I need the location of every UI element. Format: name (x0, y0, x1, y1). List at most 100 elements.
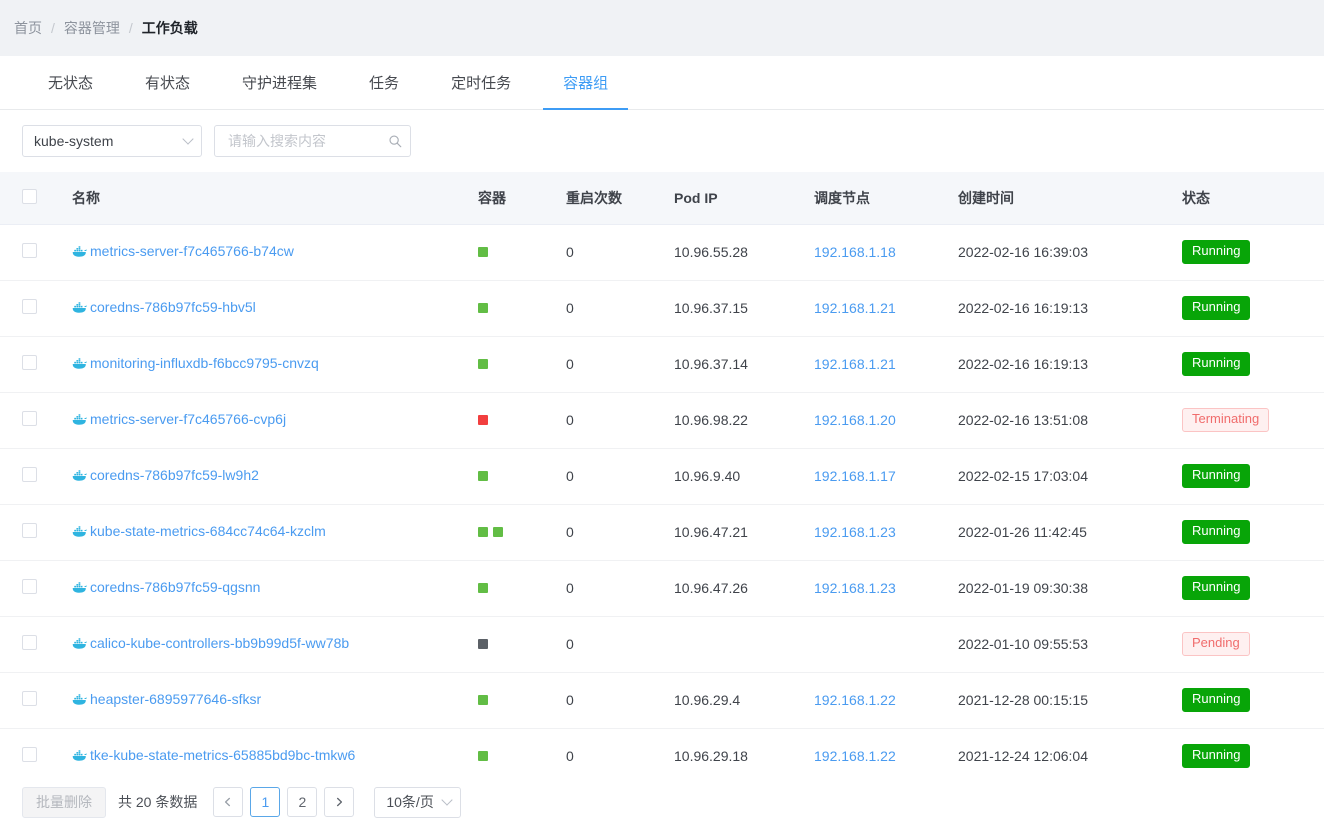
node-link[interactable]: 192.168.1.22 (814, 692, 896, 708)
row-checkbox[interactable] (22, 243, 37, 258)
table-row[interactable]: kube-state-metrics-684cc74c64-kzclm 0 10.9… (0, 504, 1324, 561)
cell-containers (478, 280, 566, 337)
row-checkbox[interactable] (22, 467, 37, 482)
table-footer: 批量删除 共 20 条数据 1 2 10条/页 (0, 776, 1324, 828)
cell-name: metrics-server-f7c465766-cvp6j (58, 392, 478, 449)
breadcrumb-item-home[interactable]: 首页 (14, 18, 42, 38)
pod-name-link[interactable]: metrics-server-f7c465766-b74cw (72, 243, 294, 259)
node-link[interactable]: 192.168.1.21 (814, 300, 896, 316)
node-link[interactable]: 192.168.1.21 (814, 356, 896, 372)
pod-name-link[interactable]: coredns-786b97fc59-hbv5l (72, 299, 256, 315)
restart-count: 0 (566, 468, 574, 484)
namespace-select[interactable]: kube-system (22, 125, 202, 157)
batch-delete-button[interactable]: 批量删除 (22, 786, 106, 818)
cell-containers (478, 728, 566, 776)
pod-name-link[interactable]: coredns-786b97fc59-qgsnn (72, 579, 260, 595)
table-row[interactable]: coredns-786b97fc59-qgsnn 0 10.96.47.26 192.… (0, 560, 1324, 617)
cell-containers (478, 504, 566, 561)
cell-node: 192.168.1.17 (814, 448, 958, 505)
tab-pod[interactable]: 容器组 (537, 56, 634, 110)
tab-statefulset[interactable]: 有状态 (119, 56, 216, 109)
cell-containers (478, 336, 566, 393)
row-checkbox[interactable] (22, 411, 37, 426)
cell-name: monitoring-influxdb-f6bcc9795-cnvzq (58, 336, 478, 393)
pod-ip-text: 10.96.29.18 (674, 748, 748, 764)
pod-name-text: coredns-786b97fc59-hbv5l (90, 299, 256, 316)
node-link[interactable]: 192.168.1.23 (814, 580, 896, 596)
cell-status: Running (1182, 672, 1324, 729)
created-time-text: 2021-12-24 12:06:04 (958, 748, 1088, 764)
table-row[interactable]: coredns-786b97fc59-hbv5l 0 10.96.37.15 192.… (0, 280, 1324, 337)
table-row[interactable]: coredns-786b97fc59-lw9h2 0 10.96.9.40 192.1… (0, 448, 1324, 505)
table-row[interactable]: tke-kube-state-metrics-65885bd9bc-tmkw6 0… (0, 728, 1324, 776)
filter-bar: kube-system (0, 110, 1324, 172)
pagination-prev-button[interactable] (213, 787, 244, 817)
pod-name-link[interactable]: heapster-6895977646-sfksr (72, 691, 261, 707)
breadcrumb-item-container-management[interactable]: 容器管理 (64, 18, 120, 38)
pod-ip-text: 10.96.55.28 (674, 244, 748, 260)
tab-cronjob[interactable]: 定时任务 (425, 56, 537, 109)
tab-daemonset[interactable]: 守护进程集 (216, 56, 343, 109)
pagination-page-1[interactable]: 1 (250, 787, 281, 817)
container-status-dot (478, 639, 488, 649)
pod-name-text: heapster-6895977646-sfksr (90, 691, 262, 708)
node-link[interactable]: 192.168.1.18 (814, 244, 896, 260)
node-link[interactable]: 192.168.1.20 (814, 412, 896, 428)
restart-count: 0 (566, 748, 574, 764)
cell-pod-ip (674, 616, 814, 673)
row-checkbox[interactable] (22, 635, 37, 650)
container-status-dot (478, 247, 488, 257)
status-badge: Running (1182, 744, 1251, 768)
row-checkbox[interactable] (22, 747, 37, 762)
page-root: 首页 / 容器管理 / 工作负载 无状态 有状态 守护进程集 任务 定时任务 容… (0, 0, 1324, 828)
pod-name-link[interactable]: kube-state-metrics-684cc74c64-kzclm (72, 523, 326, 539)
node-link[interactable]: 192.168.1.17 (814, 468, 896, 484)
table-row[interactable]: metrics-server-f7c465766-cvp6j 0 10.96.98.… (0, 392, 1324, 449)
th-name-label: 名称 (72, 189, 100, 206)
cell-containers (478, 448, 566, 505)
th-node-label: 调度节点 (814, 189, 870, 206)
node-link[interactable]: 192.168.1.23 (814, 524, 896, 540)
pod-name-text: coredns-786b97fc59-lw9h2 (90, 467, 259, 484)
cell-created: 2022-01-19 09:30:38 (958, 560, 1182, 617)
created-time-text: 2022-01-19 09:30:38 (958, 580, 1088, 596)
row-checkbox[interactable] (22, 299, 37, 314)
table-row[interactable]: calico-kube-controllers-bb9b99d5f-ww78b 0… (0, 616, 1324, 673)
tab-deployment[interactable]: 无状态 (22, 56, 119, 109)
search-icon[interactable] (388, 134, 402, 148)
page-size-value: 10条/页 (386, 794, 434, 810)
row-select-cell (0, 336, 58, 393)
breadcrumb: 首页 / 容器管理 / 工作负载 (0, 0, 1324, 56)
created-time-text: 2022-02-16 13:51:08 (958, 412, 1088, 428)
table-row[interactable]: monitoring-influxdb-f6bcc9795-cnvzq 0 10.9… (0, 336, 1324, 393)
pagination-page-2[interactable]: 2 (287, 787, 318, 817)
pod-name-link[interactable]: tke-kube-state-metrics-65885bd9bc-tmkw6 (72, 747, 355, 763)
select-all-checkbox[interactable] (22, 188, 37, 204)
page-size-select[interactable]: 10条/页 (374, 786, 461, 818)
search-box[interactable] (214, 125, 411, 157)
cell-pod-ip: 10.96.37.15 (674, 280, 814, 337)
cell-containers (478, 616, 566, 673)
docker-whale-icon (72, 582, 87, 593)
row-checkbox[interactable] (22, 355, 37, 370)
pod-name-link[interactable]: metrics-server-f7c465766-cvp6j (72, 411, 286, 427)
cell-restarts: 0 (566, 448, 674, 505)
cell-name: calico-kube-controllers-bb9b99d5f-ww78b (58, 616, 478, 673)
row-checkbox[interactable] (22, 579, 37, 594)
table-row[interactable]: metrics-server-f7c465766-b74cw 0 10.96.55.… (0, 224, 1324, 281)
tab-label: 容器组 (563, 75, 609, 92)
search-input[interactable] (226, 132, 380, 150)
pod-name-text: metrics-server-f7c465766-cvp6j (90, 411, 287, 428)
pagination-next-button[interactable] (324, 787, 355, 817)
row-checkbox[interactable] (22, 523, 37, 538)
pod-name-link[interactable]: monitoring-influxdb-f6bcc9795-cnvzq (72, 355, 319, 371)
pod-name-link[interactable]: coredns-786b97fc59-lw9h2 (72, 467, 259, 483)
docker-whale-icon (72, 694, 87, 705)
created-time-text: 2022-02-16 16:19:13 (958, 300, 1088, 316)
tab-job[interactable]: 任务 (343, 56, 425, 109)
pod-name-link[interactable]: calico-kube-controllers-bb9b99d5f-ww78b (72, 635, 349, 651)
row-checkbox[interactable] (22, 691, 37, 706)
cell-node: 192.168.1.21 (814, 280, 958, 337)
node-link[interactable]: 192.168.1.22 (814, 748, 896, 764)
table-row[interactable]: heapster-6895977646-sfksr 0 10.96.29.4 192.… (0, 672, 1324, 729)
